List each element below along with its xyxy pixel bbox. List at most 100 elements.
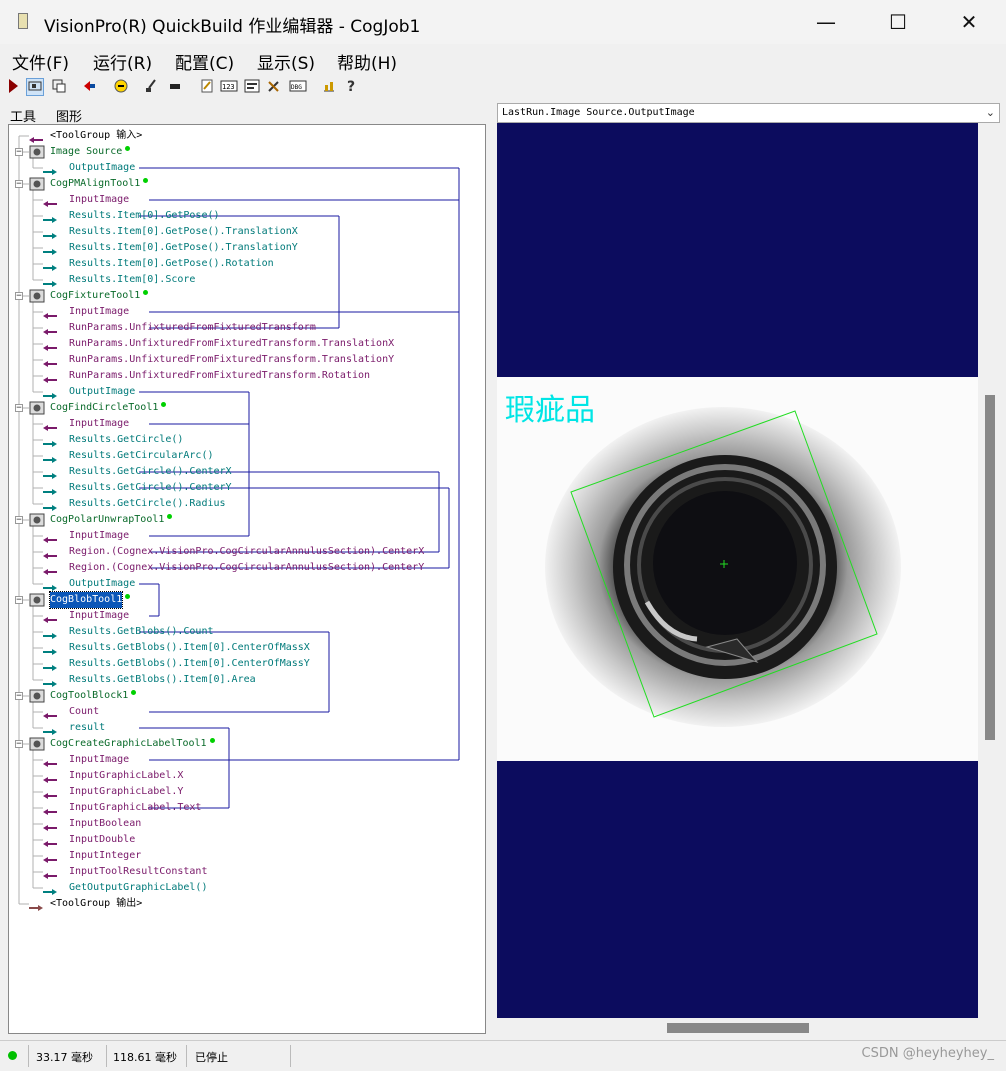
tree-node-label: CogFixtureTool1 [50,290,141,301]
tree-terminal-node[interactable]: OutputImage [9,576,479,592]
tree-terminal-node[interactable]: RunParams.UnfixturedFromFixturedTransfor… [9,320,479,336]
tree-terminal-node[interactable]: RunParams.UnfixturedFromFixturedTransfor… [9,368,479,384]
collapse-icon[interactable]: − [15,404,23,413]
tree-node-label: Results.GetCircle() [69,434,184,445]
menu-run[interactable]: 运行(R) [93,49,152,74]
debug-icon[interactable]: DBG [289,78,307,96]
tree-terminal-node[interactable]: InputInteger [9,848,479,864]
collapse-icon[interactable]: − [15,692,23,701]
tree-terminal-node[interactable]: Region.(Cognex.VisionPro.CogCircularAnnu… [9,544,479,560]
tree-terminal-node[interactable]: InputImage [9,608,479,624]
tree-tool-node[interactable]: − Image Source [9,144,479,160]
tree-terminal-node[interactable]: Results.GetBlobs().Item[0].Area [9,672,479,688]
tree-terminal-node[interactable]: Results.GetBlobs().Item[0].CenterOfMassY [9,656,479,672]
tree-group-node[interactable]: <ToolGroup 输出> [9,896,479,912]
input-arrow-icon [43,341,57,351]
tree-node-label: CogFindCircleTool1 [50,402,159,413]
horizontal-scrollbar[interactable] [667,1023,809,1033]
tree-terminal-node[interactable]: Results.Item[0].GetPose().TranslationX [9,224,479,240]
tree-terminal-node[interactable]: InputImage [9,304,479,320]
tree-terminal-node[interactable]: InputImage [9,192,479,208]
tree-terminal-node[interactable]: Results.GetCircle() [9,432,479,448]
run-once-icon[interactable] [4,78,22,96]
tree-terminal-node[interactable]: InputGraphicLabel.X [9,768,479,784]
chevron-down-icon[interactable]: ⌄ [986,106,995,119]
tree-terminal-node[interactable]: Results.GetCircle().Radius [9,496,479,512]
tree-terminal-node[interactable]: Results.Item[0].GetPose() [9,208,479,224]
menu-config[interactable]: 配置(C) [175,49,234,74]
image-source-selector[interactable]: LastRun.Image Source.OutputImage ⌄ [497,103,1000,123]
tree-node-label: InputImage [69,610,130,621]
tree-terminal-node[interactable]: Results.Item[0].Score [9,272,479,288]
edit-icon[interactable] [198,78,216,96]
menu-view[interactable]: 显示(S) [257,49,315,74]
collapse-icon[interactable]: − [15,180,23,189]
tree-terminal-node[interactable]: Results.GetCircularArc() [9,448,479,464]
tree-group-node[interactable]: <ToolGroup 输入> [9,128,479,144]
tree-tool-node[interactable]: − CogPMAlignTool1 [9,176,479,192]
collapse-icon[interactable]: − [15,292,23,301]
link-icon[interactable] [112,78,130,96]
tree-node-label: Image Source [50,146,123,157]
tree-terminal-node[interactable]: InputToolResultConstant [9,864,479,880]
tree-tool-node[interactable]: − CogFixtureTool1 [9,288,479,304]
tool-tree[interactable]: <ToolGroup 输入> − Image Source OutputImage − C… [8,124,486,1034]
tree-terminal-node[interactable]: InputImage [9,752,479,768]
help-icon[interactable]: ? [343,78,361,96]
tree-terminal-node[interactable]: Results.GetBlobs().Item[0].CenterOfMassX [9,640,479,656]
maximize-button[interactable]: ☐ [875,6,921,38]
numeric-icon[interactable]: 123 [220,78,238,96]
tree-terminal-node[interactable]: OutputImage [9,384,479,400]
save-layout-icon[interactable] [50,78,68,96]
tree-terminal-node[interactable]: RunParams.UnfixturedFromFixturedTransfor… [9,336,479,352]
tree-terminal-node[interactable]: Count [9,704,479,720]
tree-terminal-node[interactable]: Results.GetCircle().CenterX [9,464,479,480]
menu-help[interactable]: 帮助(H) [337,49,397,74]
toolbar: 123 DBG ? [0,76,1006,100]
close-button[interactable]: ✕ [946,6,992,38]
tree-terminal-node[interactable]: InputBoolean [9,816,479,832]
tree-tool-node[interactable]: − CogPolarUnwrapTool1 [9,512,479,528]
collapse-icon[interactable]: − [15,740,23,749]
minimize-button[interactable]: — [803,6,849,38]
tree-terminal-node[interactable]: Region.(Cognex.VisionPro.CogCircularAnnu… [9,560,479,576]
tab-tools[interactable]: 工具 [10,106,36,125]
tree-terminal-node[interactable]: InputGraphicLabel.Text [9,800,479,816]
tree-terminal-node[interactable]: RunParams.UnfixturedFromFixturedTransfor… [9,352,479,368]
tools-icon[interactable] [265,78,283,96]
terminal-window-icon[interactable] [243,78,261,96]
tree-terminal-node[interactable]: InputGraphicLabel.Y [9,784,479,800]
brush-icon[interactable] [142,78,160,96]
output-arrow-icon [43,485,57,495]
chart-icon[interactable] [320,78,338,96]
tree-terminal-node[interactable]: Results.GetCircle().CenterY [9,480,479,496]
image-display[interactable]: 瑕疵品 [497,123,978,1018]
tree-terminal-node[interactable]: OutputImage [9,160,479,176]
tree-tool-node[interactable]: − CogBlobTool1 [9,591,479,609]
input-arrow-icon [43,533,57,543]
menu-file[interactable]: 文件(F) [12,49,69,74]
tree-tool-node[interactable]: − CogToolBlock1 [9,688,479,704]
tree-terminal-node[interactable]: Results.Item[0].GetPose().TranslationY [9,240,479,256]
tree-terminal-node[interactable]: InputDouble [9,832,479,848]
tree-tool-node[interactable]: − CogFindCircleTool1 [9,400,479,416]
tree-terminal-node[interactable]: InputImage [9,528,479,544]
input-arrow-icon [43,373,57,383]
vertical-scrollbar[interactable] [985,395,995,740]
tree-node-label: InputImage [69,418,130,429]
window-title: VisionPro(R) QuickBuild 作业编辑器 - CogJob1 [44,17,421,37]
tree-terminal-node[interactable]: GetOutputGraphicLabel() [9,880,479,896]
terminal-icon[interactable] [166,78,184,96]
collapse-icon[interactable]: − [15,148,23,157]
tree-terminal-node[interactable]: InputImage [9,416,479,432]
tree-terminal-node[interactable]: Results.Item[0].GetPose().Rotation [9,256,479,272]
tree-terminal-node[interactable]: Results.GetBlobs().Count [9,624,479,640]
collapse-icon[interactable]: − [15,516,23,525]
collapse-icon[interactable]: − [15,596,23,605]
show-image-icon[interactable] [26,78,44,96]
reset-icon[interactable] [80,78,98,96]
input-arrow-icon [43,565,57,575]
tab-graphics[interactable]: 图形 [56,106,82,125]
tree-terminal-node[interactable]: result [9,720,479,736]
tree-tool-node[interactable]: − CogCreateGraphicLabelTool1 [9,736,479,752]
